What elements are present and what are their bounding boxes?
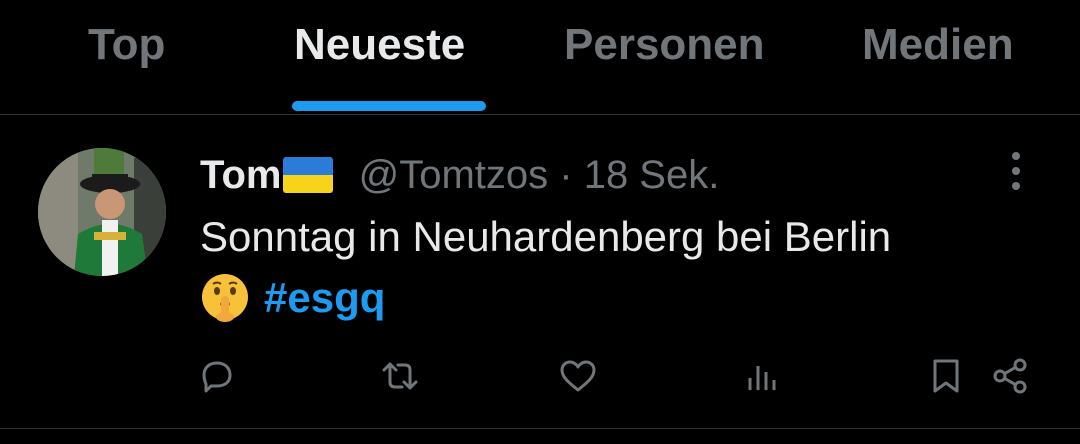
tabs-divider — [0, 114, 1080, 115]
hashtag-link[interactable]: #esgq — [264, 274, 385, 321]
like-icon[interactable] — [558, 356, 598, 396]
retweet-icon[interactable] — [380, 356, 420, 396]
tweet-timestamp[interactable]: 18 Sek. — [584, 153, 720, 197]
tweet-header: Tom @Tomtzos · 18 Sek. — [200, 150, 719, 200]
tweet-text-tags: #esgq — [200, 272, 385, 324]
bookmark-icon[interactable] — [926, 356, 966, 396]
tweet-divider — [0, 428, 1080, 429]
more-options-icon[interactable] — [1004, 152, 1028, 196]
share-icon[interactable] — [990, 356, 1030, 396]
active-tab-indicator — [292, 101, 486, 111]
tab-personen[interactable]: Personen — [564, 20, 765, 70]
tab-top[interactable]: Top — [88, 20, 165, 70]
avatar-photo — [38, 148, 166, 276]
author-name[interactable]: Tom — [200, 153, 281, 197]
tab-neueste[interactable]: Neueste — [294, 20, 465, 70]
shushing-face-icon — [200, 272, 250, 322]
views-icon[interactable] — [742, 356, 782, 396]
ukraine-flag-icon — [283, 157, 334, 193]
reply-icon[interactable] — [196, 356, 236, 396]
author-handle[interactable]: @Tomtzos — [359, 153, 549, 197]
search-tabs: Top Neueste Personen Medien — [0, 0, 1080, 114]
tab-medien[interactable]: Medien — [862, 20, 1014, 70]
meta-separator: · — [559, 153, 573, 197]
avatar[interactable] — [38, 148, 166, 276]
tweet-text-line: Sonntag in Neuhardenberg bei Berlin — [200, 213, 892, 260]
